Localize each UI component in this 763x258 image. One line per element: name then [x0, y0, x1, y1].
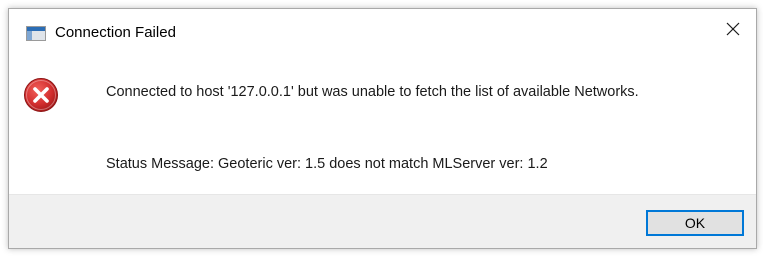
dialog-content: Connected to host '127.0.0.1' but was un… — [9, 49, 756, 194]
dialog-title: Connection Failed — [55, 24, 176, 41]
ok-button-label: OK — [684, 215, 706, 231]
error-dialog: Connection Failed Connected to host '127… — [8, 8, 757, 249]
error-icon — [24, 78, 58, 112]
dialog-footer: OK — [9, 194, 756, 248]
close-button[interactable] — [710, 9, 756, 49]
dialog-window-icon — [26, 26, 46, 41]
error-message: Connected to host '127.0.0.1' but was un… — [106, 84, 639, 100]
title-bar[interactable]: Connection Failed — [9, 9, 756, 49]
ok-button[interactable]: OK — [646, 210, 744, 236]
close-icon — [726, 22, 740, 36]
status-message: Status Message: Geoteric ver: 1.5 does n… — [106, 156, 548, 172]
